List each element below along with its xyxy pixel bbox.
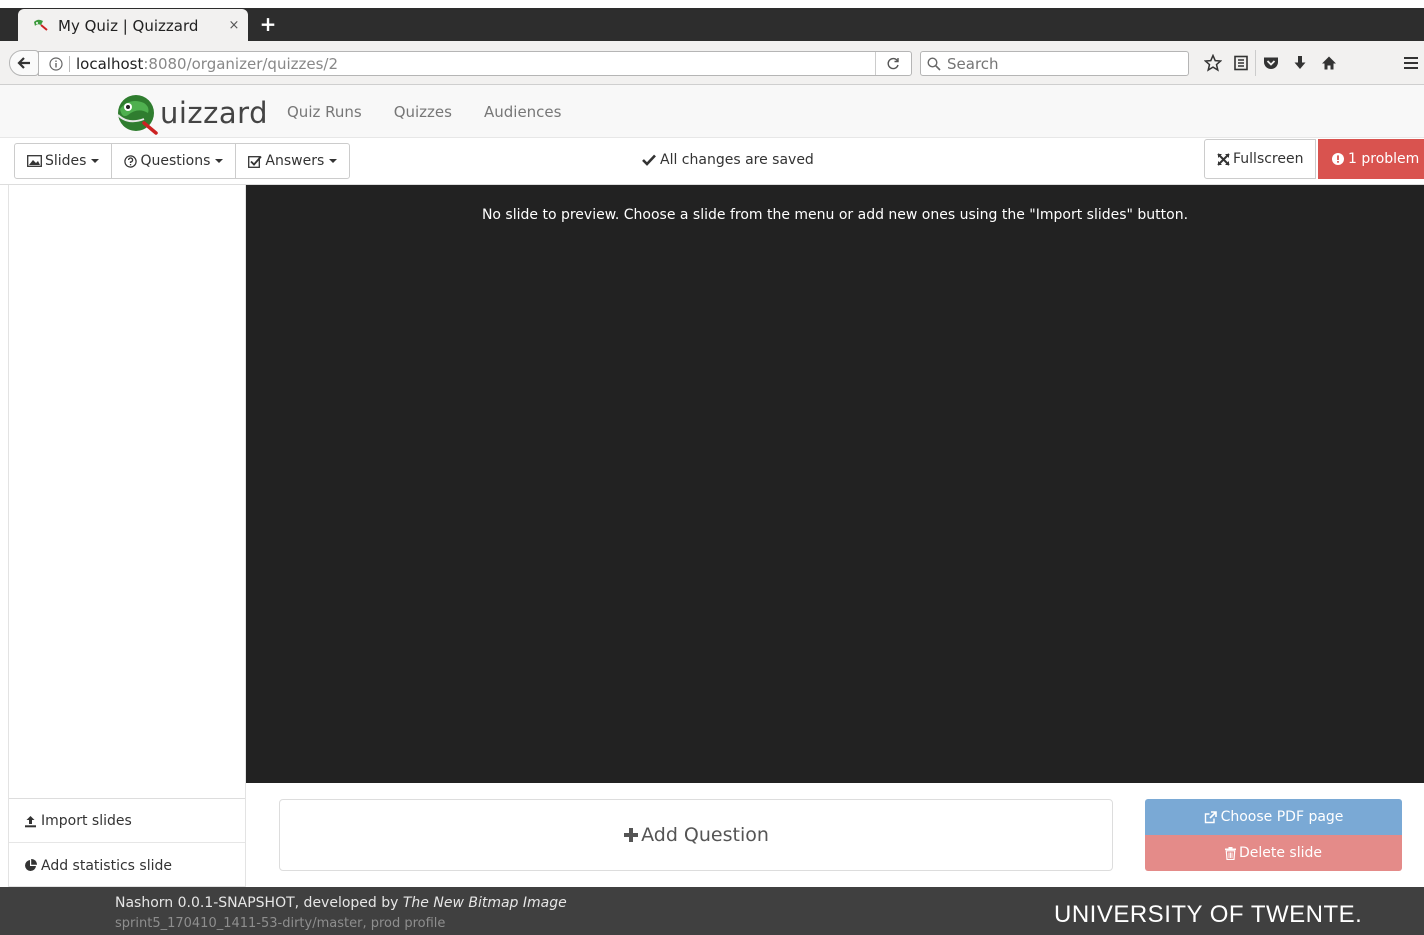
url-separator [69, 55, 70, 72]
star-icon[interactable] [1198, 50, 1227, 76]
exclamation-circle-icon [1332, 153, 1344, 165]
delete-slide-button[interactable]: Delete slide [1145, 835, 1402, 871]
pie-chart-icon [24, 859, 37, 872]
app-header: uizzard Quiz Runs Quizzes Audiences [0, 85, 1424, 138]
slides-label: Slides [45, 153, 87, 169]
slide-preview: No slide to preview. Choose a slide from… [246, 185, 1424, 783]
url-host: localhost [76, 54, 144, 73]
browser-toolbar-icons [1198, 50, 1343, 76]
add-statistics-slide-button[interactable]: Add statistics slide [9, 844, 245, 887]
quizzard-logo[interactable]: uizzard [114, 91, 268, 135]
nav-quiz-runs[interactable]: Quiz Runs [271, 103, 378, 121]
tab-title: My Quiz | Quizzard [58, 16, 199, 35]
university-logo: UNIVERSITY OF TWENTE. [1054, 901, 1363, 928]
footer-credits: Nashorn 0.0.1-SNAPSHOT, developed by The… [115, 895, 567, 911]
browser-nav-bar: localhost:8080/organizer/quizzes/2 [0, 41, 1424, 85]
preview-empty-message: No slide to preview. Choose a slide from… [481, 207, 1189, 223]
footer-company: The New Bitmap Image [402, 895, 567, 911]
url-path: :8080/organizer/quizzes/2 [143, 54, 338, 73]
delete-slide-label: Delete slide [1238, 845, 1323, 861]
save-status: All changes are saved [642, 152, 814, 168]
search-icon [927, 56, 941, 71]
browser-tab-bar: My Quiz | Quizzard × + [0, 0, 1424, 42]
add-statistics-slide-label: Add statistics slide [41, 857, 172, 874]
upload-icon [24, 815, 37, 828]
back-arrow-icon [17, 56, 31, 70]
caret-down-icon [215, 159, 224, 163]
pocket-icon[interactable] [1256, 50, 1285, 76]
nav-quizzes[interactable]: Quizzes [378, 103, 468, 121]
quizzard-favicon-icon [32, 17, 54, 35]
answers-label: Answers [265, 153, 325, 169]
footer: Nashorn 0.0.1-SNAPSHOT, developed by The… [0, 887, 1424, 935]
external-link-icon [1204, 810, 1217, 824]
site-info-icon[interactable] [49, 56, 63, 71]
problem-button[interactable]: 1 problem [1318, 139, 1424, 179]
download-icon[interactable] [1285, 50, 1314, 76]
problem-label: 1 problem [1348, 151, 1420, 167]
choose-pdf-page-label: Choose PDF page [1220, 809, 1344, 825]
footer-version: Nashorn 0.0.1-SNAPSHOT, developed by [115, 895, 403, 911]
footer-build-info: sprint5_170410_1411-53-dirty/master, pro… [115, 916, 446, 931]
new-tab-button[interactable]: + [256, 12, 280, 36]
search-bar[interactable] [920, 51, 1189, 76]
slide-list[interactable] [9, 185, 245, 799]
fullscreen-icon [1217, 152, 1230, 166]
add-question-button[interactable]: Add Question [279, 799, 1113, 871]
main-nav: Quiz Runs Quizzes Audiences [271, 85, 577, 138]
nav-audiences[interactable]: Audiences [468, 103, 577, 121]
editor-menu-group: Slides Questions Answers [14, 143, 351, 179]
search-input[interactable] [947, 54, 1177, 73]
slides-dropdown-button[interactable]: Slides [14, 143, 113, 179]
slide-sidebar: Import slides Add statistics slide [8, 185, 246, 887]
trash-icon [1224, 846, 1236, 860]
questions-label: Questions [140, 153, 211, 169]
caret-down-icon [329, 159, 338, 163]
menu-icon[interactable] [1398, 50, 1424, 76]
chameleon-logo-icon [114, 91, 160, 135]
question-circle-icon [124, 154, 138, 168]
brand-name: uizzard [160, 96, 268, 130]
questions-dropdown-button[interactable]: Questions [111, 143, 237, 179]
browser-tab[interactable]: My Quiz | Quizzard × [18, 9, 248, 42]
home-icon[interactable] [1314, 50, 1343, 76]
tab-close-icon[interactable]: × [220, 18, 248, 33]
reload-icon[interactable] [875, 52, 911, 75]
fullscreen-label: Fullscreen [1233, 151, 1304, 167]
plus-icon [623, 827, 639, 843]
back-button[interactable] [9, 50, 39, 76]
answers-dropdown-button[interactable]: Answers [235, 143, 351, 179]
save-status-text: All changes are saved [660, 152, 814, 168]
editor-toolbar: Slides Questions Answers All changes are… [0, 138, 1424, 185]
fullscreen-button[interactable]: Fullscreen [1204, 139, 1317, 179]
check-square-icon [248, 155, 263, 168]
choose-pdf-page-button[interactable]: Choose PDF page [1145, 799, 1402, 835]
caret-down-icon [91, 159, 100, 163]
image-icon [27, 155, 42, 167]
check-icon [642, 154, 656, 166]
url-bar[interactable]: localhost:8080/organizer/quizzes/2 [38, 51, 912, 76]
reading-list-icon[interactable] [1227, 50, 1256, 76]
import-slides-button[interactable]: Import slides [9, 800, 245, 843]
add-question-label: Add Question [641, 824, 769, 846]
import-slides-label: Import slides [41, 813, 132, 829]
